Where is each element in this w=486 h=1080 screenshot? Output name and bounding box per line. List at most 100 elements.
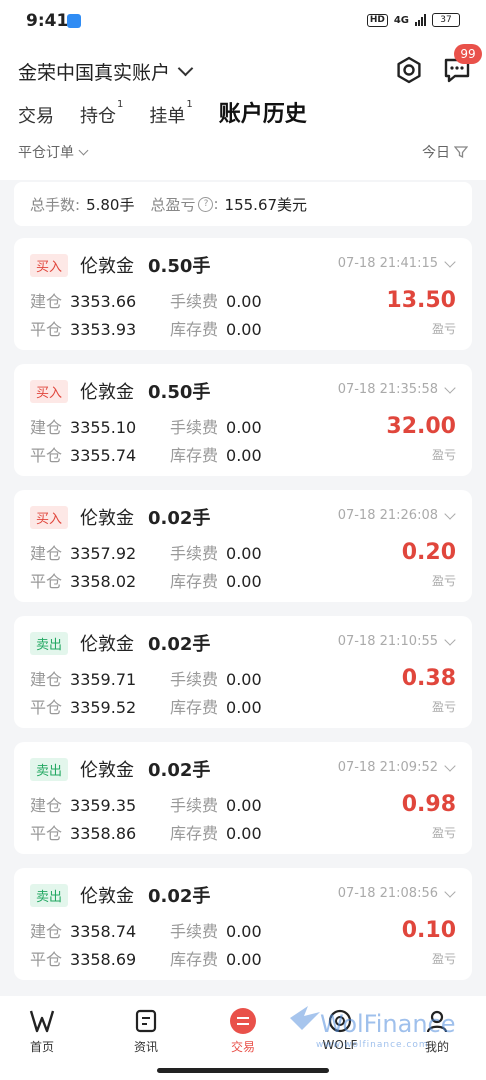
order-card[interactable]: 卖出 伦敦金 0.02手 07-18 21:09:52 建仓 3359.35 平仓… bbox=[14, 742, 472, 854]
chevron-down-icon[interactable] bbox=[444, 634, 456, 646]
profit-loss-value: 0.98 bbox=[401, 792, 456, 817]
swap-value: 0.00 bbox=[226, 446, 262, 465]
news-icon bbox=[135, 1009, 157, 1033]
tab-positions[interactable]: 持仓1 bbox=[80, 99, 124, 128]
lot-size: 0.50手 bbox=[148, 382, 211, 403]
lot-size: 0.02手 bbox=[148, 634, 211, 655]
nav-home[interactable]: 首页 bbox=[12, 1008, 72, 1055]
side-badge: 买入 bbox=[30, 254, 69, 277]
total-pl-value: 155.67美元 bbox=[224, 195, 308, 214]
swap-row: 库存费 0.00 bbox=[170, 698, 262, 717]
profit-loss-value: 32.00 bbox=[386, 414, 456, 439]
profile-icon bbox=[426, 1010, 448, 1033]
swap-value: 0.00 bbox=[226, 824, 262, 843]
network-label: 4G bbox=[393, 14, 409, 26]
account-selector[interactable]: 金荣中国真实账户 bbox=[18, 58, 194, 85]
fee-value: 0.00 bbox=[226, 796, 262, 815]
tab-count: 1 bbox=[117, 99, 124, 110]
order-card[interactable]: 买入 伦敦金 0.02手 07-18 21:26:08 建仓 3357.92 平仓… bbox=[14, 490, 472, 602]
home-logo-icon bbox=[29, 1010, 55, 1033]
chevron-down-icon[interactable] bbox=[444, 256, 456, 268]
open-price: 3359.35 bbox=[70, 796, 137, 815]
tab-pending[interactable]: 挂单1 bbox=[149, 99, 193, 128]
total-lots-value: 5.80手 bbox=[86, 195, 135, 214]
profit-loss-value: 0.38 bbox=[401, 666, 456, 691]
close-price-row: 平仓 3359.52 bbox=[30, 698, 137, 717]
help-icon[interactable]: ? bbox=[198, 196, 214, 212]
fee-value: 0.00 bbox=[226, 544, 262, 563]
open-price: 3359.71 bbox=[70, 670, 137, 689]
open-price: 3357.92 bbox=[70, 544, 137, 563]
open-price-row: 建仓 3353.66 bbox=[30, 292, 137, 311]
order-time: 07-18 21:08:56 bbox=[337, 886, 438, 901]
fee-value: 0.00 bbox=[226, 670, 262, 689]
fee-value: 0.00 bbox=[226, 922, 262, 941]
close-price-row: 平仓 3355.74 bbox=[30, 446, 137, 465]
app-notification-icon bbox=[67, 14, 81, 28]
symbol-name: 伦敦金 bbox=[80, 256, 134, 277]
side-badge: 卖出 bbox=[30, 758, 69, 781]
profit-loss-value: 0.10 bbox=[401, 918, 456, 943]
account-title: 金荣中国真实账户 bbox=[18, 62, 171, 84]
close-price: 3353.93 bbox=[70, 320, 137, 339]
profit-loss-label: 盈亏 bbox=[431, 448, 456, 462]
profit-loss-value: 0.20 bbox=[401, 540, 456, 565]
lot-size: 0.02手 bbox=[148, 760, 211, 781]
trade-icon bbox=[230, 1008, 256, 1034]
date-filter[interactable]: 今日 bbox=[422, 142, 468, 162]
status-time: 9:41 bbox=[26, 11, 69, 31]
swap-row: 库存费 0.00 bbox=[170, 320, 262, 339]
order-card[interactable]: 卖出 伦敦金 0.02手 07-18 21:08:56 建仓 3358.74 平仓… bbox=[14, 868, 472, 980]
nav-profile[interactable]: 我的 bbox=[407, 1008, 467, 1055]
fee-row: 手续费 0.00 bbox=[170, 796, 262, 815]
open-price: 3353.66 bbox=[70, 292, 137, 311]
chevron-down-icon bbox=[177, 60, 194, 77]
fee-row: 手续费 0.00 bbox=[170, 922, 262, 941]
tab-trade[interactable]: 交易 bbox=[18, 102, 54, 128]
status-bar: 9:41 HD 4G 37 bbox=[0, 0, 486, 44]
profit-loss-label: 盈亏 bbox=[431, 574, 456, 588]
summary-bar: 总手数: 5.80手 总盈亏 ?: 155.67美元 bbox=[14, 182, 472, 226]
open-price: 3355.10 bbox=[70, 418, 137, 437]
fee-row: 手续费 0.00 bbox=[170, 292, 262, 311]
settings-icon[interactable] bbox=[393, 54, 425, 86]
home-indicator bbox=[157, 1068, 329, 1073]
nav-trade[interactable]: 交易 bbox=[213, 1008, 273, 1055]
message-badge: 99 bbox=[454, 44, 482, 64]
side-badge: 卖出 bbox=[30, 632, 69, 655]
chevron-down-icon[interactable] bbox=[444, 760, 456, 772]
fee-row: 手续费 0.00 bbox=[170, 418, 262, 437]
order-card[interactable]: 买入 伦敦金 0.50手 07-18 21:35:58 建仓 3355.10 平仓… bbox=[14, 364, 472, 476]
swap-row: 库存费 0.00 bbox=[170, 446, 262, 465]
order-type-filter[interactable]: 平仓订单 bbox=[18, 142, 89, 162]
chevron-down-icon bbox=[78, 145, 89, 155]
status-icons: HD 4G 37 bbox=[366, 13, 460, 27]
profit-loss-label: 盈亏 bbox=[431, 826, 456, 840]
open-price-row: 建仓 3359.35 bbox=[30, 796, 137, 815]
signal-icon bbox=[415, 14, 426, 26]
order-time: 07-18 21:09:52 bbox=[337, 760, 438, 775]
page-header: 金荣中国真实账户 99 交易 持仓1 挂单1 账户历史 平仓订单 今日 bbox=[0, 44, 486, 180]
swap-value: 0.00 bbox=[226, 698, 262, 717]
symbol-name: 伦敦金 bbox=[80, 760, 134, 781]
nav-wolf[interactable]: WOLF bbox=[310, 1008, 370, 1052]
profit-loss-label: 盈亏 bbox=[431, 952, 456, 966]
side-badge: 卖出 bbox=[30, 884, 69, 907]
open-price-row: 建仓 3357.92 bbox=[30, 544, 137, 563]
fee-row: 手续费 0.00 bbox=[170, 544, 262, 563]
chevron-down-icon[interactable] bbox=[444, 886, 456, 898]
order-time: 07-18 21:41:15 bbox=[337, 256, 438, 271]
swap-value: 0.00 bbox=[226, 320, 262, 339]
lot-size: 0.02手 bbox=[148, 508, 211, 529]
order-card[interactable]: 卖出 伦敦金 0.02手 07-18 21:10:55 建仓 3359.71 平仓… bbox=[14, 616, 472, 728]
nav-news[interactable]: 资讯 bbox=[116, 1008, 176, 1055]
close-price: 3358.86 bbox=[70, 824, 137, 843]
order-card[interactable]: 买入 伦敦金 0.50手 07-18 21:41:15 建仓 3353.66 平仓… bbox=[14, 238, 472, 350]
chevron-down-icon[interactable] bbox=[444, 382, 456, 394]
chevron-down-icon[interactable] bbox=[444, 508, 456, 520]
total-pl-label: 总盈亏 bbox=[150, 195, 196, 214]
close-price: 3355.74 bbox=[70, 446, 137, 465]
tab-account-history[interactable]: 账户历史 bbox=[219, 96, 307, 128]
tab-count: 1 bbox=[186, 99, 193, 110]
wolf-icon bbox=[328, 1009, 352, 1033]
